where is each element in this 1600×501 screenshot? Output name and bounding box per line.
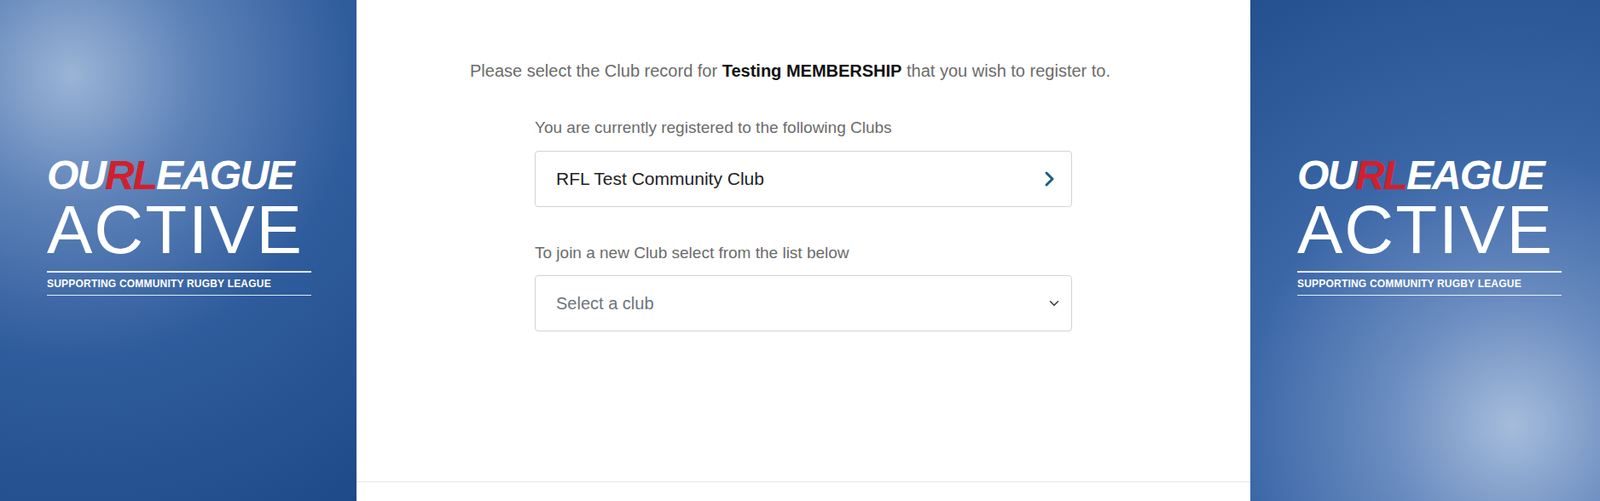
intro-after: that you wish to register to.: [901, 61, 1111, 81]
footer-divider: [356, 481, 1251, 501]
logo-highlight: RL: [104, 152, 157, 198]
club-options: You are currently registered to the foll…: [534, 115, 1073, 332]
logo-title: ACTIVE: [1297, 196, 1562, 273]
logo-highlight: RL: [1355, 152, 1407, 198]
logo-wordmark: OURLEAGUE: [1297, 155, 1562, 197]
ourleague-logo: OURLEAGUEACTIVESUPPORTING COMMUNITY RUGB…: [46, 155, 312, 296]
right-photo-panel: OURLEAGUEACTIVESUPPORTING COMMUNITY RUGB…: [1250, 0, 1600, 501]
chevron-right-icon: [1043, 170, 1056, 188]
left-photo-panel: OURLEAGUEACTIVESUPPORTING COMMUNITY RUGB…: [0, 0, 357, 501]
logo-title: ACTIVE: [46, 196, 312, 273]
club-name: RFL Test Community Club: [556, 165, 765, 193]
intro-before: Please select the Club record for: [469, 61, 723, 81]
registration-body: Please select the Club record for Testin…: [356, 0, 1251, 332]
ourleague-logo: OURLEAGUEACTIVESUPPORTING COMMUNITY RUGB…: [1297, 155, 1562, 296]
club-select[interactable]: Select a club: [534, 275, 1073, 332]
logo-tagline: SUPPORTING COMMUNITY RUGBY LEAGUE: [1297, 272, 1562, 296]
registration-panel: Please select the Club record for Testin…: [356, 0, 1251, 501]
logo-tagline: SUPPORTING COMMUNITY RUGBY LEAGUE: [46, 272, 312, 296]
logo-suffix: EAGUE: [1406, 152, 1544, 198]
logo-wordmark: OURLEAGUE: [46, 155, 312, 197]
logo-suffix: EAGUE: [156, 152, 294, 198]
membership-name: Testing MEMBERSHIP: [722, 61, 903, 81]
logo-prefix: OU: [46, 152, 105, 198]
intro-text: Please select the Club record for Testin…: [469, 59, 1119, 82]
join-label: To join a new Club select from the list …: [534, 241, 1073, 267]
registered-label: You are currently registered to the foll…: [534, 115, 1073, 141]
club-button[interactable]: RFL Test Community Club: [534, 150, 1073, 208]
logo-prefix: OU: [1297, 152, 1356, 198]
